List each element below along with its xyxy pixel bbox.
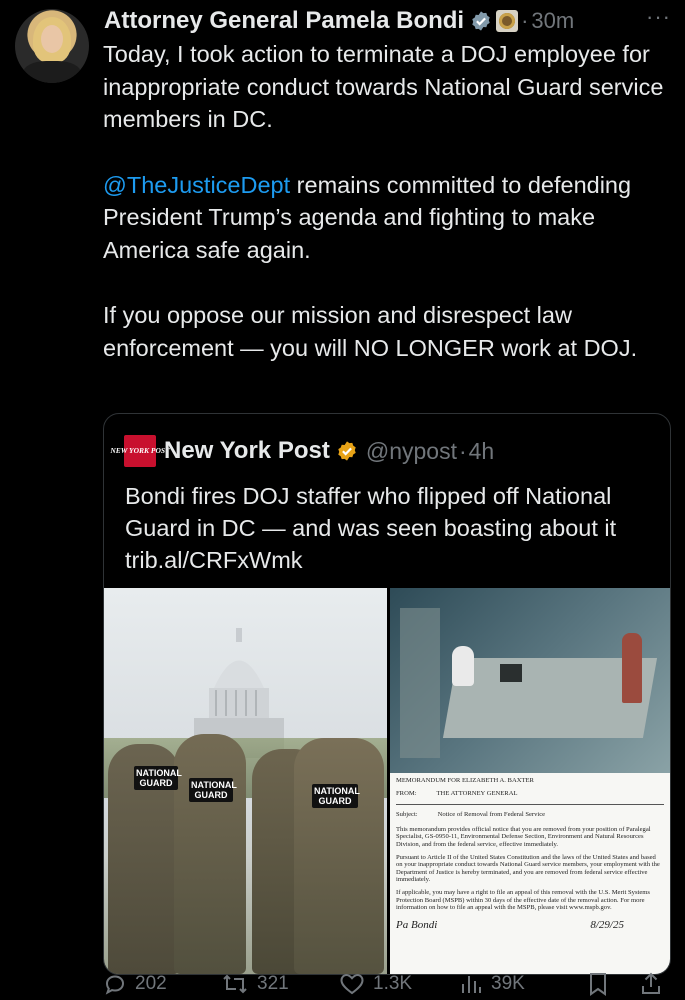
repost-icon	[223, 974, 247, 994]
header-separator: ·	[521, 8, 529, 33]
memo-to: MEMORANDUM FOR ELIZABETH A. BAXTER	[396, 777, 534, 784]
more-options-icon[interactable]: ···	[646, 4, 671, 30]
memo-from-row: FROM: THE ATTORNEY GENERAL	[396, 790, 664, 798]
like-button[interactable]: 1.3K	[339, 972, 459, 996]
memo-divider	[396, 804, 664, 806]
memo-subject-label: Subject:	[396, 811, 418, 819]
reply-button[interactable]: 202	[103, 972, 221, 996]
national-guard-photo[interactable]: NATIONAL GUARD NATIONAL GUARD NATIONAL G…	[104, 588, 387, 974]
memo-paragraph-3: If applicable, you may have a right to f…	[396, 888, 650, 912]
views-chart-icon	[462, 976, 481, 993]
memo-photo[interactable]: MEMORANDUM FOR ELIZABETH A. BAXTER FROM:…	[390, 588, 670, 974]
memo-subject-row: Subject: Notice of Removal from Federal …	[396, 811, 664, 819]
memo-paragraph-2: Pursuant to Article II of the United Sta…	[396, 853, 660, 884]
cctv-person-standing	[622, 633, 642, 703]
memo-from-value: THE ATTORNEY GENERAL	[436, 789, 518, 797]
quoted-tweet[interactable]: NEW YORK POST New York Post @nypost · 4h…	[103, 413, 671, 975]
share-button[interactable]	[639, 971, 671, 997]
action-bar: 202 321 1.3K 39K	[103, 968, 673, 1000]
removal-memo-document: MEMORANDUM FOR ELIZABETH A. BAXTER FROM:…	[390, 773, 670, 974]
cctv-person-seated	[452, 646, 474, 686]
share-icon	[642, 972, 660, 994]
author-avatar[interactable]	[15, 9, 89, 83]
reply-count: 202	[135, 973, 167, 994]
tweet-paragraph-1: Today, I took action to terminate a DOJ …	[103, 41, 664, 132]
bookmark-button[interactable]	[587, 971, 639, 997]
memo-signature: Pa Bondi	[396, 918, 438, 931]
tweet-header: Attorney General Pamela Bondi · 30m	[104, 4, 674, 38]
views-count: 39K	[491, 973, 525, 994]
quoted-handle[interactable]: @nypost	[366, 438, 457, 465]
memo-subject-value: Notice of Removal from Federal Service	[437, 811, 546, 819]
verified-badge-icon	[472, 11, 490, 31]
national-guard-patch: NATIONAL GUARD	[189, 778, 237, 802]
quoted-timestamp[interactable]: 4h	[469, 438, 495, 465]
memo-from-label: FROM:	[396, 789, 417, 797]
nypost-logo-text: NEW YORK POST	[110, 446, 170, 455]
avatar-body	[23, 61, 81, 83]
nypost-logo-icon: NEW YORK POST	[110, 435, 170, 467]
soldier-4	[294, 738, 384, 974]
views-button[interactable]: 39K	[459, 972, 587, 996]
author-name[interactable]: Attorney General Pamela Bondi	[104, 7, 464, 35]
memo-signature-row: Pa Bondi 8/29/25	[396, 918, 664, 931]
cctv-monitor	[500, 664, 522, 682]
national-guard-patch: NATIONAL GUARD	[312, 784, 360, 808]
reply-icon	[105, 975, 125, 995]
memo-date: 8/29/25	[590, 918, 624, 931]
quoted-tweet-text: Bondi fires DOJ staffer who flipped off …	[125, 483, 617, 573]
repost-button[interactable]: 321	[221, 972, 339, 996]
soldier-2	[174, 734, 246, 974]
tweet-body: Today, I took action to terminate a DOJ …	[103, 38, 673, 397]
memo-paragraph-1: This memorandum provides official notice…	[396, 825, 651, 848]
quoted-media[interactable]: NATIONAL GUARD NATIONAL GUARD NATIONAL G…	[104, 588, 670, 974]
mention-link[interactable]: @TheJusticeDept	[103, 172, 290, 198]
like-count: 1.3K	[373, 973, 413, 994]
repost-count: 321	[257, 973, 289, 994]
quoted-author-name[interactable]: New York Post	[164, 437, 330, 465]
avatar-face	[41, 25, 63, 53]
tweet-timestamp[interactable]: 30m	[531, 8, 574, 34]
bookmark-icon	[590, 973, 606, 996]
national-guard-patch: NATIONAL GUARD	[134, 766, 182, 790]
tweet-paragraph-2: @TheJusticeDept remains committed to def…	[103, 169, 673, 267]
security-camera-image	[390, 588, 670, 773]
cctv-pillar	[400, 608, 440, 758]
heart-icon	[340, 973, 364, 995]
quoted-tweet-header: NEW YORK POST New York Post @nypost · 4h	[110, 435, 495, 467]
gold-verified-badge-icon	[338, 441, 356, 461]
tweet-paragraph-3: If you oppose our mission and disrespect…	[103, 302, 638, 361]
doj-seal-icon	[496, 10, 519, 32]
quoted-separator: ·	[458, 437, 467, 464]
